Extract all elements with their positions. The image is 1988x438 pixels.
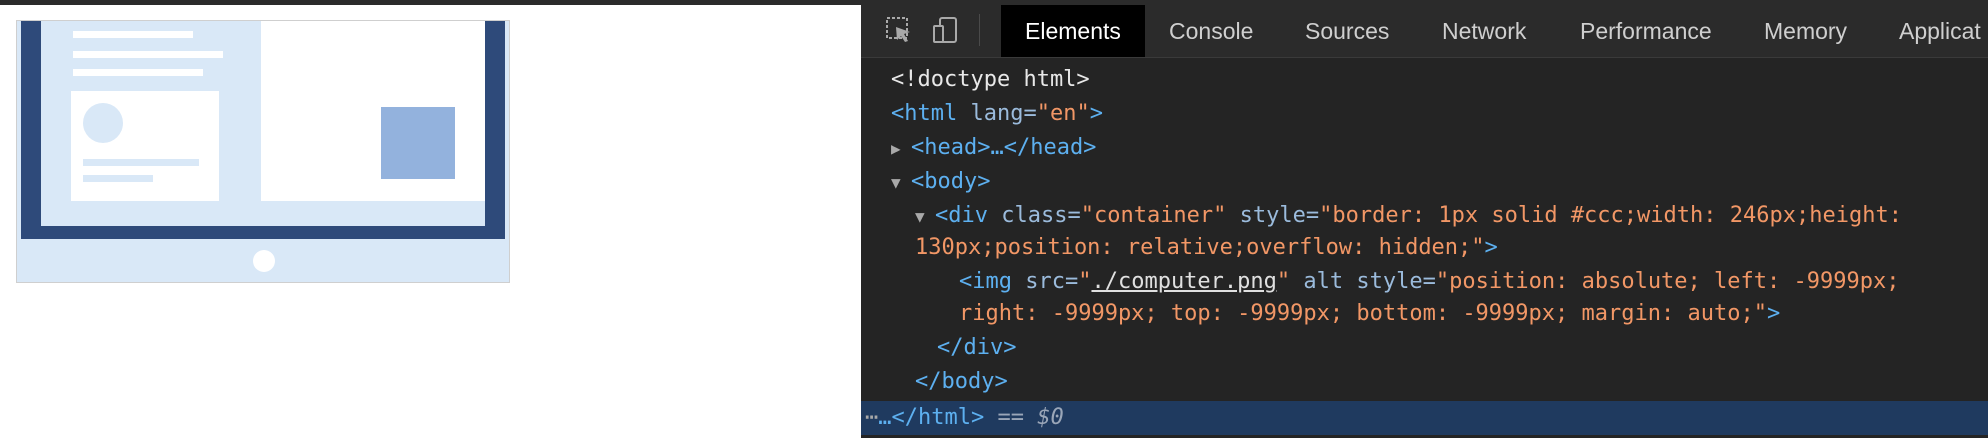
laptop-frame <box>21 21 505 239</box>
screen-line <box>73 31 193 38</box>
html-tag: <html <box>891 101 958 126</box>
expand-arrow-down-icon[interactable]: ▼ <box>891 167 911 199</box>
tree-row-body-close[interactable]: </body> <box>915 366 1008 398</box>
tab-application[interactable]: Applicat <box>1899 5 1981 57</box>
card-line <box>83 159 199 166</box>
html-close-tag: …</html> <box>878 405 985 430</box>
tree-row-html-close-selected[interactable]: ⋯…</html> == $0 <box>861 401 1988 435</box>
selected-marker: == $0 <box>997 405 1064 430</box>
tree-row-img-cont: right: -9999px; top: -9999px; bottom: -9… <box>959 298 1780 330</box>
card-line <box>83 175 153 182</box>
img-style-value: "position: absolute; left: -9999px; <box>1435 269 1900 294</box>
body-close-tag: </body> <box>915 369 1008 394</box>
container-preview <box>16 20 510 283</box>
img-src-quote: " <box>1078 269 1092 294</box>
img-style-value-cont: right: -9999px; top: -9999px; bottom: -9… <box>959 301 1767 326</box>
img-alt-attr: alt <box>1303 269 1344 294</box>
tree-row-div[interactable]: ▼ <div class="container" style="border: 1… <box>915 200 1902 232</box>
laptop-screen <box>41 21 485 226</box>
div-class-value: "container" <box>1080 203 1227 228</box>
head-tag: <head>…</head> <box>911 135 1097 160</box>
html-tag-end: > <box>1089 101 1103 126</box>
div-tag: <div <box>935 203 988 228</box>
tab-console[interactable]: Console <box>1169 5 1253 57</box>
tab-performance[interactable]: Performance <box>1580 5 1712 57</box>
html-lang-attr: lang= <box>970 101 1037 126</box>
ellipsis-icon[interactable]: ⋯ <box>865 405 878 430</box>
screen-line <box>73 51 223 58</box>
div-style-value-cont: 130px;position: relative;overflow: hidde… <box>915 235 1485 260</box>
img-tag: <img <box>959 269 1012 294</box>
tab-network[interactable]: Network <box>1442 5 1526 57</box>
device-toolbar-icon[interactable] <box>930 14 962 46</box>
tab-elements[interactable]: Elements <box>1001 5 1145 57</box>
screen-line <box>73 69 203 76</box>
tree-row-div-cont: 130px;position: relative;overflow: hidde… <box>915 232 1498 264</box>
img-style-attr: style= <box>1356 269 1436 294</box>
img-src-attr: src= <box>1025 269 1079 294</box>
screen-card <box>71 91 219 201</box>
expand-arrow-right-icon[interactable]: ▶ <box>891 133 911 165</box>
tree-row-head[interactable]: ▶ <head>…</head> <box>891 132 1096 164</box>
tree-row-html[interactable]: <html lang="en"> <box>891 98 1103 130</box>
laptop-button-dot <box>253 250 275 272</box>
screen-panel <box>261 21 485 201</box>
tree-row-doctype[interactable]: <!doctype html> <box>891 64 1090 96</box>
inspect-element-icon[interactable] <box>883 14 915 46</box>
img-tag-end: > <box>1766 301 1781 326</box>
toolbar-separator <box>979 14 980 46</box>
tab-memory[interactable]: Memory <box>1764 5 1847 57</box>
card-avatar <box>83 103 123 143</box>
body-tag: <body> <box>911 169 991 194</box>
html-lang-value: "en" <box>1036 101 1090 126</box>
expand-arrow-down-icon[interactable]: ▼ <box>915 201 935 233</box>
tree-row-body[interactable]: ▼ <body> <box>891 166 990 198</box>
tree-row-img[interactable]: <img src="./computer.png" alt style="pos… <box>959 266 1899 298</box>
div-class-attr: class= <box>1001 203 1081 228</box>
devtools-toolbar: Elements Console Sources Network Perform… <box>861 0 1988 58</box>
img-src-quote: " <box>1276 269 1291 294</box>
tab-sources[interactable]: Sources <box>1305 5 1389 57</box>
doctype-text: <!doctype html> <box>891 67 1090 92</box>
selected-row-text: ⋯…</html> == $0 <box>865 401 1064 435</box>
div-close-tag: </div> <box>937 335 1017 360</box>
div-tag-end: > <box>1484 235 1498 260</box>
tree-row-div-close[interactable]: </div> <box>937 332 1016 364</box>
div-style-attr: style= <box>1239 203 1320 228</box>
screen-image-block <box>381 107 455 179</box>
devtools-panel: Elements Console Sources Network Perform… <box>861 0 1988 438</box>
div-style-value: "border: 1px solid #ccc;width: 246px;hei… <box>1319 203 1902 228</box>
img-src-link[interactable]: ./computer.png <box>1091 269 1276 294</box>
top-strip <box>0 0 861 5</box>
